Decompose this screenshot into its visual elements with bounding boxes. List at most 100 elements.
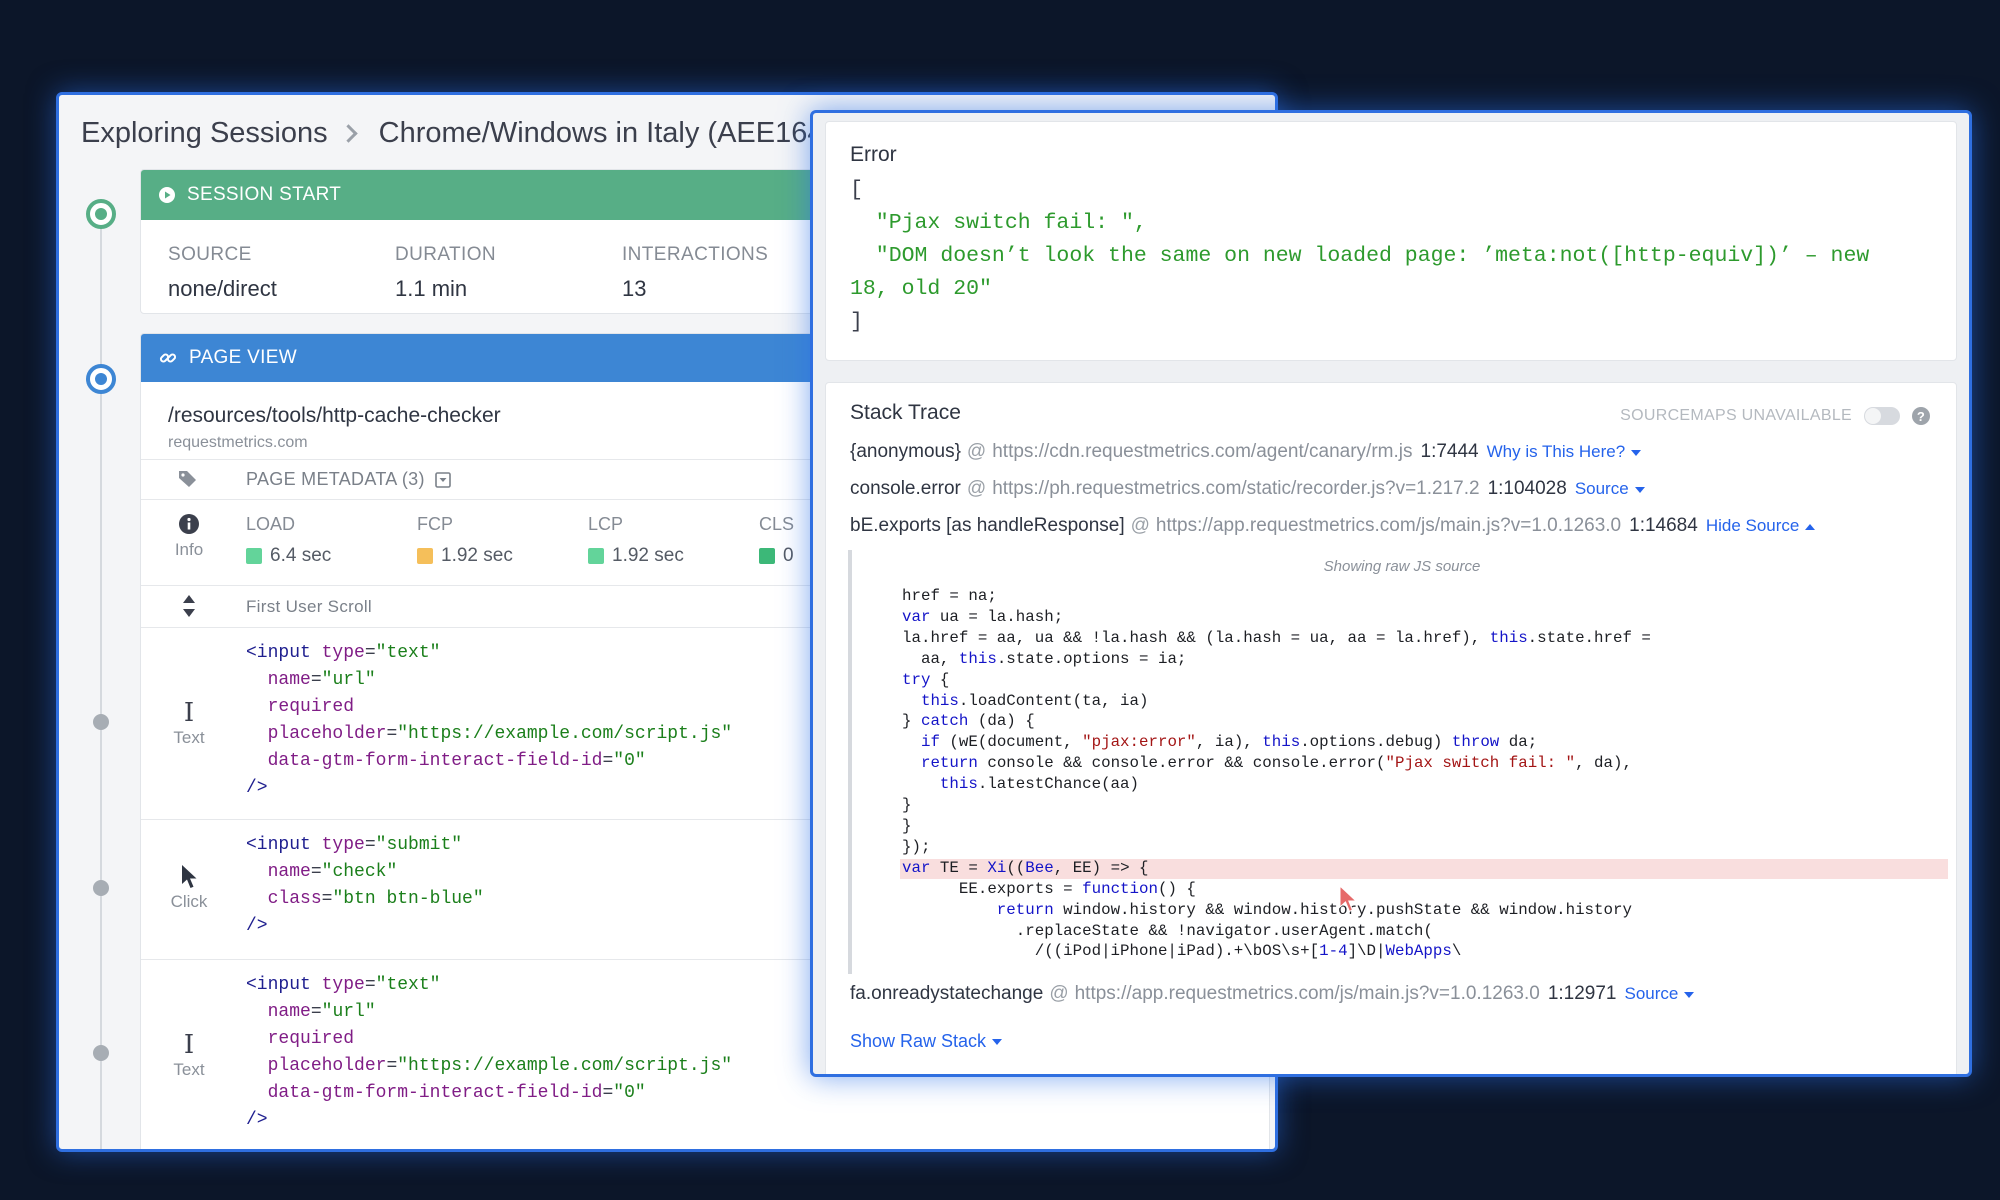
metric-label: LCP xyxy=(588,514,624,534)
scroll-event-label: First User Scroll xyxy=(246,597,372,616)
raw-source-note: Showing raw JS source xyxy=(1323,558,1481,575)
error-line: "DOM doesn’t look the same on new loaded… xyxy=(850,244,1870,268)
error-details-window: Error [ "Pjax switch fail: ", "DOM doesn… xyxy=(810,110,1972,1077)
source-viewer: Showing raw JS source href = na; var ua … xyxy=(848,550,1952,974)
error-line: 18, old 20" xyxy=(850,277,992,301)
session-start-marker-icon xyxy=(86,199,116,229)
metric-value: 0 xyxy=(783,545,794,566)
status-swatch xyxy=(588,548,604,564)
sourcemaps-status: SOURCEMAPS UNAVAILABLE xyxy=(1620,407,1852,424)
status-swatch xyxy=(417,548,433,564)
frame-function: bE.exports [as handleResponse] xyxy=(850,515,1125,536)
error-line: ] xyxy=(850,310,863,334)
frame-function: fa.onreadystatechange xyxy=(850,983,1044,1004)
stack-frame: bE.exports [as handleResponse] @ https:/… xyxy=(850,515,1816,537)
help-icon[interactable]: ? xyxy=(1912,407,1930,425)
element-code: <input type="submit" name="check" class=… xyxy=(246,835,484,936)
frame-url[interactable]: https://cdn.requestmetrics.com/agent/can… xyxy=(992,441,1412,463)
status-swatch xyxy=(759,548,775,564)
stat-value: 1.1 min xyxy=(395,276,468,301)
chevron-right-icon xyxy=(338,124,358,143)
metric-load: LOAD 6.4 sec xyxy=(246,514,417,567)
page-view-title: PAGE VIEW xyxy=(189,347,297,368)
metric-lcp: LCP 1.92 sec xyxy=(588,514,759,567)
chevron-down-icon xyxy=(1684,991,1695,998)
frame-url[interactable]: https://app.requestmetrics.com/js/main.j… xyxy=(1075,983,1540,1005)
tags-icon xyxy=(141,469,237,494)
chevron-up-icon xyxy=(1805,523,1816,530)
source-code: href = na; var ua = la.hash; la.href = a… xyxy=(902,587,1651,961)
play-circle-icon xyxy=(159,187,175,203)
frame-position: 1:104028 xyxy=(1487,478,1567,499)
element-code: <input type="text" name="url" required p… xyxy=(246,975,733,1130)
metric-value: 6.4 sec xyxy=(270,545,332,566)
mouse-pointer-icon xyxy=(1338,884,1358,918)
link-label: Source xyxy=(1574,479,1629,498)
source-link[interactable]: Source xyxy=(1575,479,1645,499)
metric-value: 1.92 sec xyxy=(441,545,513,566)
at-sign: @ xyxy=(966,441,987,462)
event-label: Text xyxy=(173,728,205,747)
error-panel: Error [ "Pjax switch fail: ", "DOM doesn… xyxy=(825,121,1957,361)
link-icon xyxy=(159,349,177,367)
error-title: Error xyxy=(850,143,897,166)
breadcrumb-current: Chrome/Windows in Italy (AEE1646) xyxy=(378,117,850,149)
at-sign: @ xyxy=(1130,515,1150,536)
at-sign: @ xyxy=(1049,983,1069,1004)
why-is-this-here-link[interactable]: Why is This Here? xyxy=(1487,442,1642,462)
frame-position: 1:12971 xyxy=(1547,983,1617,1004)
frame-url[interactable]: https://ph.requestmetrics.com/static/rec… xyxy=(992,478,1479,500)
stat-label: DURATION xyxy=(395,244,497,265)
breadcrumb: Exploring Sessions Chrome/Windows in Ita… xyxy=(81,117,849,150)
chevron-down-icon xyxy=(1631,449,1642,456)
timeline-line xyxy=(100,199,102,1149)
info-label: Info xyxy=(174,540,204,559)
metric-fcp: FCP 1.92 sec xyxy=(417,514,588,567)
sourcemaps-toggle[interactable] xyxy=(1864,407,1900,425)
metric-label: FCP xyxy=(417,514,453,534)
text-cursor-icon: I xyxy=(183,1030,195,1060)
element-code: <input type="text" name="url" required p… xyxy=(246,643,733,798)
sort-arrows-icon xyxy=(141,594,237,623)
chevron-down-icon xyxy=(1634,486,1645,493)
event-marker xyxy=(93,714,109,730)
frame-function: console.error xyxy=(850,478,961,499)
event-label: Click xyxy=(170,892,208,911)
metric-value: 1.92 sec xyxy=(612,545,684,566)
metric-label: LOAD xyxy=(246,514,296,534)
link-label: Hide Source xyxy=(1705,516,1800,535)
show-raw-stack-label: Show Raw Stack xyxy=(850,1031,987,1051)
page-metadata-label: PAGE METADATA (3) xyxy=(246,469,425,489)
info-icon xyxy=(141,514,237,534)
event-marker xyxy=(93,880,109,896)
hide-source-link[interactable]: Hide Source xyxy=(1706,516,1816,536)
frame-position: 1:7444 xyxy=(1420,441,1479,462)
show-raw-stack-button[interactable]: Show Raw Stack xyxy=(850,1031,1003,1052)
stat-label: SOURCE xyxy=(168,244,252,265)
frame-url[interactable]: https://app.requestmetrics.com/js/main.j… xyxy=(1156,515,1621,537)
session-start-title: SESSION START xyxy=(187,184,342,205)
stack-frame: fa.onreadystatechange @ https://app.requ… xyxy=(850,983,1695,1005)
pointer-cursor-icon xyxy=(141,864,237,890)
stat-value: none/direct xyxy=(168,276,277,301)
link-label: Source xyxy=(1624,984,1679,1003)
frame-function: {anonymous} xyxy=(850,441,961,462)
event-label: Text xyxy=(173,1060,205,1079)
status-swatch xyxy=(246,548,262,564)
text-cursor-icon: I xyxy=(183,698,195,728)
expand-icon[interactable] xyxy=(434,471,451,488)
stack-frame: {anonymous} @ https://cdn.requestmetrics… xyxy=(850,441,1642,463)
stack-trace-panel: Stack Trace SOURCEMAPS UNAVAILABLE ? {an… xyxy=(825,382,1957,1074)
stat-source: SOURCE none/direct xyxy=(168,244,395,302)
stat-duration: DURATION 1.1 min xyxy=(395,244,622,302)
error-message: [ "Pjax switch fail: ", "DOM doesn’t loo… xyxy=(850,174,1869,339)
error-line: "Pjax switch fail: ", xyxy=(850,211,1147,235)
stack-trace-title: Stack Trace xyxy=(850,401,961,424)
stack-frame: console.error @ https://ph.requestmetric… xyxy=(850,478,1645,500)
error-line: [ xyxy=(850,178,863,202)
chevron-down-icon xyxy=(992,1038,1003,1045)
link-label: Why is This Here? xyxy=(1486,442,1626,461)
breadcrumb-root[interactable]: Exploring Sessions xyxy=(81,117,328,150)
at-sign: @ xyxy=(966,478,987,499)
source-link[interactable]: Source xyxy=(1625,984,1695,1004)
